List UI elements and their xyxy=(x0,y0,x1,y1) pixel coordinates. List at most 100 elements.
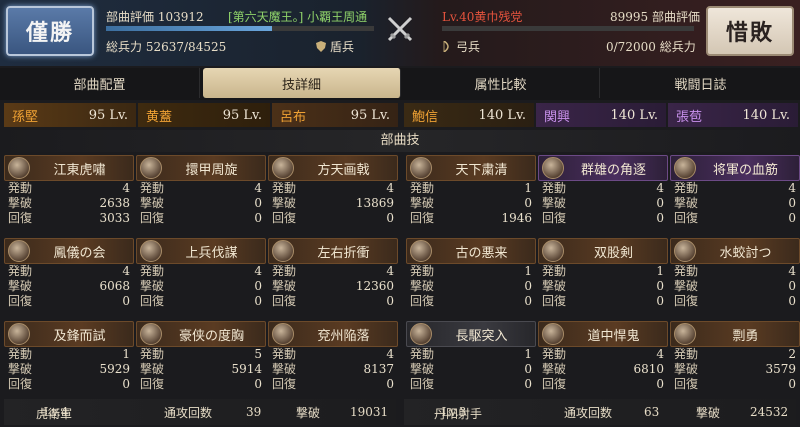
kill-label: 撃破 xyxy=(542,279,567,293)
leader-card[interactable]: 黄蓋 95 Lv. xyxy=(138,103,270,127)
left-rating-label: 部曲評価 xyxy=(106,10,155,24)
skill-name: 擐甲周旋 xyxy=(185,162,238,178)
skill-card-left[interactable]: 上兵伐謀 発動 4 撃破 0 回復 0 xyxy=(136,238,266,309)
kill-row: 撃破 5914 xyxy=(136,362,266,377)
skill-card-right[interactable]: 天下粛清 発動 1 撃破 0 回復 1946 xyxy=(406,155,536,226)
skill-name: 上兵伐謀 xyxy=(185,245,238,261)
kill-value: 0 xyxy=(788,196,796,210)
skill-name: 剽勇 xyxy=(732,328,759,344)
skill-card-left[interactable]: 豪侠の度胸 発動 5 撃破 5914 回復 0 xyxy=(136,321,266,392)
heal-row: 回復 0 xyxy=(136,211,266,226)
kill-value: 0 xyxy=(656,279,664,293)
skill-card-right[interactable]: 長駆突入 発動 1 撃破 0 回復 0 xyxy=(406,321,536,392)
skill-card-right[interactable]: 将軍の血筋 発動 4 撃破 0 回復 0 xyxy=(670,155,800,226)
heal-label: 回復 xyxy=(410,294,435,308)
activate-label: 発動 xyxy=(542,181,567,195)
heal-value: 0 xyxy=(788,211,796,225)
activate-row: 発動 1 xyxy=(406,181,536,196)
kill-value: 13869 xyxy=(355,196,394,210)
left-unit-summary: 虎衛軍 Lv.4 通攻回数 39 撃破 19031 xyxy=(4,399,396,425)
tab-formation[interactable]: 部曲配置 xyxy=(0,68,200,98)
skill-header: 左右折衝 xyxy=(268,238,398,264)
kill-label: 撃破 xyxy=(8,362,33,376)
skill-portrait-icon xyxy=(542,157,564,179)
kill-row: 撃破 0 xyxy=(538,279,668,294)
leader-level: 95 Lv. xyxy=(350,107,390,123)
defeat-badge: 惜敗 xyxy=(706,6,794,56)
heal-label: 回復 xyxy=(674,294,699,308)
skill-card-right[interactable]: 道中悍鬼 発動 4 撃破 6810 回復 0 xyxy=(538,321,668,392)
skill-card-right[interactable]: 双股剣 発動 1 撃破 0 回復 0 xyxy=(538,238,668,309)
heal-row: 回復 0 xyxy=(4,377,134,392)
activate-value: 4 xyxy=(386,264,394,278)
skill-card-right[interactable]: 水蛟討つ 発動 4 撃破 0 回復 0 xyxy=(670,238,800,309)
kill-label: 撃破 xyxy=(410,279,435,293)
heal-row: 回復 0 xyxy=(670,377,800,392)
skill-card-left[interactable]: 兗州陥落 発動 4 撃破 8137 回復 0 xyxy=(268,321,398,392)
leader-level: 140 Lv. xyxy=(610,107,658,123)
heal-label: 回復 xyxy=(542,294,567,308)
kill-row: 撃破 0 xyxy=(670,279,800,294)
skill-name: 及鋒而試 xyxy=(53,328,106,344)
skill-header: 上兵伐謀 xyxy=(136,238,266,264)
kill-row: 撃破 0 xyxy=(406,196,536,211)
skill-card-left[interactable]: 擐甲周旋 発動 4 撃破 0 回復 0 xyxy=(136,155,266,226)
leader-card[interactable]: 呂布 95 Lv. xyxy=(272,103,398,127)
heal-value: 0 xyxy=(254,377,262,391)
leader-card[interactable]: 鮑信 140 Lv. xyxy=(404,103,534,127)
activate-label: 発動 xyxy=(8,347,33,361)
activate-row: 発動 4 xyxy=(136,264,266,279)
heal-row: 回復 0 xyxy=(268,377,398,392)
skill-card-left[interactable]: 鳳儀の会 発動 4 撃破 6068 回復 0 xyxy=(4,238,134,309)
right-troops-label: 総兵力 xyxy=(659,40,696,54)
shield-icon xyxy=(316,41,326,52)
activate-label: 発動 xyxy=(272,347,297,361)
skill-card-right[interactable]: 剽勇 発動 2 撃破 3579 回復 0 xyxy=(670,321,800,392)
kill-label: 撃破 xyxy=(272,196,297,210)
skill-card-right[interactable]: 群雄の角逐 発動 4 撃破 0 回復 0 xyxy=(538,155,668,226)
kill-row: 撃破 13869 xyxy=(268,196,398,211)
skill-card-left[interactable]: 江東虎嘯 発動 4 撃破 2638 回復 3033 xyxy=(4,155,134,226)
heal-row: 回復 0 xyxy=(538,377,668,392)
tab-battle-log[interactable]: 戦闘日誌 xyxy=(601,68,800,98)
skill-name: 将軍の血筋 xyxy=(712,162,778,178)
kill-value: 3579 xyxy=(765,362,796,376)
left-attacks-label: 通攻回数 xyxy=(164,405,213,420)
activate-row: 発動 5 xyxy=(136,347,266,362)
leader-card[interactable]: 孫堅 95 Lv. xyxy=(4,103,136,127)
activate-row: 発動 4 xyxy=(538,347,668,362)
heal-label: 回復 xyxy=(542,211,567,225)
skill-header: 双股剣 xyxy=(538,238,668,264)
tab-skill-details[interactable]: 技詳細 xyxy=(203,68,401,98)
skill-card-left[interactable]: 及鋒而試 発動 1 撃破 5929 回復 0 xyxy=(4,321,134,392)
heal-value: 0 xyxy=(386,211,394,225)
heal-value: 1946 xyxy=(501,211,532,225)
skill-portrait-icon xyxy=(140,323,162,345)
tab-attribute-compare[interactable]: 属性比較 xyxy=(402,68,600,98)
leader-card[interactable]: 関興 140 Lv. xyxy=(536,103,666,127)
kill-label: 撃破 xyxy=(8,279,33,293)
right-kills-label: 撃破 xyxy=(696,405,721,420)
skill-card-right[interactable]: 古の悪来 発動 1 撃破 0 回復 0 xyxy=(406,238,536,309)
heal-label: 回復 xyxy=(410,377,435,391)
heal-value: 0 xyxy=(122,377,130,391)
left-troops: 総兵力 52637/84525 xyxy=(106,38,226,55)
skill-card-left[interactable]: 方天画戟 発動 4 撃破 13869 回復 0 xyxy=(268,155,398,226)
leader-level: 95 Lv. xyxy=(222,107,262,123)
skill-name: 古の悪来 xyxy=(455,245,508,261)
kill-value: 0 xyxy=(254,279,262,293)
left-commander: [第六天魔王。] 小覇王周通 xyxy=(228,10,368,24)
skill-header: 水蛟討つ xyxy=(670,238,800,264)
activate-row: 発動 2 xyxy=(670,347,800,362)
activate-value: 4 xyxy=(788,181,796,195)
heal-value: 0 xyxy=(254,294,262,308)
skill-header: 兗州陥落 xyxy=(268,321,398,347)
activate-label: 発動 xyxy=(542,347,567,361)
heal-label: 回復 xyxy=(542,377,567,391)
leader-card[interactable]: 張苞 140 Lv. xyxy=(668,103,798,127)
activate-value: 4 xyxy=(122,181,130,195)
heal-value: 0 xyxy=(386,294,394,308)
kill-label: 撃破 xyxy=(410,196,435,210)
right-troop-bar xyxy=(442,26,694,31)
skill-card-left[interactable]: 左右折衝 発動 4 撃破 12360 回復 0 xyxy=(268,238,398,309)
